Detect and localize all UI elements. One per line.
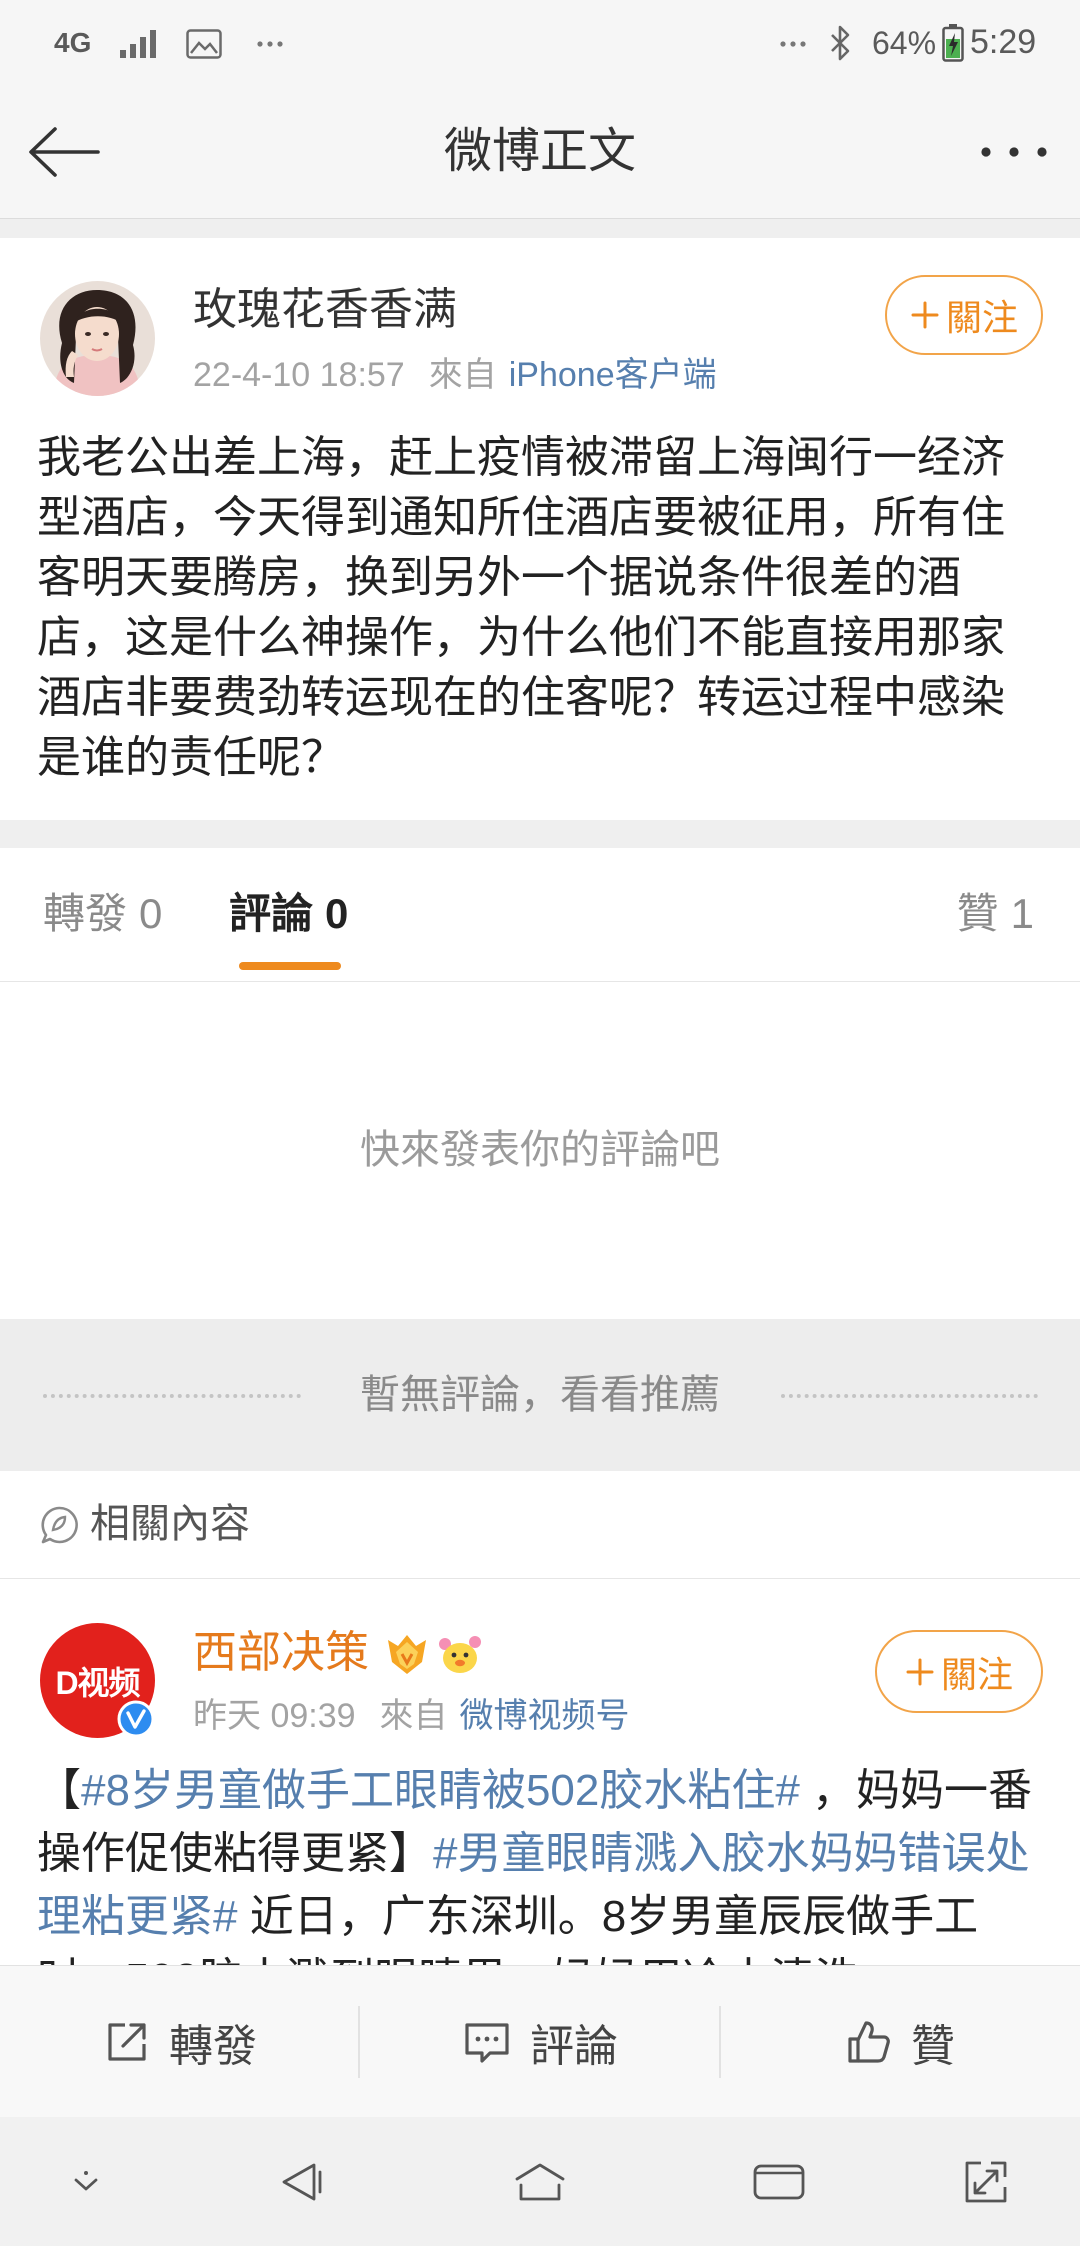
related-content-icon	[41, 1506, 78, 1544]
tab-label: 轉發	[43, 890, 128, 937]
post-source-link[interactable]: 微博视频号	[460, 1697, 630, 1735]
more-notifications-icon	[257, 41, 283, 47]
post-meta: 昨天 09:39 來自 微博视频号	[193, 1696, 630, 1736]
bluetooth-icon	[831, 25, 850, 61]
recommend-divider-text: 暫無評論，看看推薦	[360, 1373, 720, 1417]
nav-recents-button[interactable]	[744, 2152, 814, 2212]
vip-badge-icon[interactable]	[384, 1632, 430, 1676]
comment-button[interactable]: 評論	[360, 1966, 720, 2117]
comments-empty-state: 快來發表你的評論吧	[0, 982, 1080, 1319]
nav-home-button[interactable]	[505, 2152, 575, 2212]
verified-badge-icon	[117, 1700, 155, 1738]
action-label: 評論	[530, 2021, 618, 2071]
dotted-divider	[43, 1394, 301, 1398]
user-photo-icon	[40, 281, 155, 396]
avatar[interactable]	[40, 281, 155, 396]
post-text-segment: 【	[37, 1766, 81, 1815]
share-icon	[108, 2022, 146, 2061]
more-icon	[981, 147, 1047, 157]
signal-icon	[120, 30, 156, 58]
dotted-divider	[781, 1394, 1038, 1398]
clock: 5:29	[970, 23, 1037, 61]
follow-button[interactable]: 關注	[875, 1630, 1043, 1713]
plus-icon	[911, 301, 939, 329]
post-timestamp: 昨天 09:39	[193, 1697, 356, 1735]
source-prefix: 來自	[379, 1697, 448, 1735]
action-divider	[719, 2006, 721, 2078]
follow-button[interactable]: 關注	[885, 275, 1043, 355]
action-divider	[358, 2006, 360, 2078]
nav-home-icon	[515, 2163, 565, 2201]
battery-charging-icon	[942, 24, 964, 62]
source-prefix: 來自	[428, 356, 497, 394]
tab-comments[interactable]: 評論 0	[229, 889, 348, 939]
active-tab-indicator	[239, 962, 341, 970]
nav-expand-button[interactable]	[951, 2152, 1021, 2212]
tab-count: 0	[325, 890, 349, 937]
more-status-icon	[780, 41, 806, 47]
status-bar: 4G 64% 5:29	[0, 0, 1080, 86]
post-action-bar: 轉發 評論 贊	[0, 1965, 1080, 2117]
related-content-header: 相關內容	[0, 1471, 1080, 1579]
recommend-divider: 暫無評論，看看推薦	[0, 1319, 1080, 1471]
nav-back-button[interactable]	[266, 2152, 336, 2212]
tab-count: 1	[1010, 890, 1034, 937]
interaction-tabs: 轉發 0 評論 0 贊1	[0, 848, 1080, 982]
header: 微博正文	[0, 86, 1080, 219]
back-arrow-icon	[29, 127, 100, 177]
post-body: 我老公出差上海，赶上疫情被滞留上海闽行一经济型酒店，今天得到通知所住酒店要被征用…	[37, 433, 1005, 782]
related-post[interactable]: D视频 西部决策 關注 昨天 09:39 來自 微博视频号 【#8岁男童做手工眼睛被…	[0, 1579, 1080, 1965]
chevron-down-icon	[74, 2171, 98, 2191]
related-content-title: 相關內容	[90, 1502, 250, 1546]
image-notification-icon	[186, 29, 222, 59]
action-label: 轉發	[169, 2021, 257, 2071]
tab-reposts[interactable]: 轉發 0	[43, 889, 162, 939]
post-timestamp: 22-4-10 18:57	[193, 356, 405, 394]
nav-hide-button[interactable]	[51, 2152, 121, 2212]
follow-label: 關注	[940, 1653, 1013, 1695]
emoji-badge-icon[interactable]	[437, 1632, 483, 1676]
plus-icon	[906, 1658, 934, 1685]
tab-likes[interactable]: 贊1	[957, 889, 1034, 939]
section-gap	[0, 219, 1080, 238]
repost-button[interactable]: 轉發	[0, 1966, 360, 2117]
tab-label: 贊	[956, 890, 999, 937]
username[interactable]: 玫瑰花香香满	[193, 284, 457, 336]
avatar-logo-text: D视频	[55, 1664, 140, 1701]
comment-icon	[465, 2022, 509, 2063]
back-button[interactable]	[24, 122, 104, 182]
more-button[interactable]	[972, 132, 1056, 172]
empty-comments-text: 快來發表你的評論吧	[360, 1128, 720, 1172]
related-post-text: 【#8岁男童做手工眼睛被502胶水粘住# ，妈妈一番操作促使粘得更紧】#男童眼睛…	[37, 1759, 1047, 1965]
nav-back-icon	[282, 2163, 322, 2201]
hashtag-link[interactable]: #8岁男童做手工眼睛被502胶水粘住#	[81, 1766, 800, 1815]
tab-count: 0	[139, 890, 163, 937]
page-title: 微博正文	[443, 125, 636, 178]
section-gap	[0, 820, 1080, 848]
action-label: 贊	[911, 2021, 955, 2071]
like-button[interactable]: 贊	[720, 1966, 1080, 2117]
network-type-label: 4G	[54, 27, 92, 58]
battery-percent: 64%	[872, 25, 937, 61]
post-meta: 22-4-10 18:57 來自 iPhone客户端	[193, 355, 717, 395]
follow-label: 關注	[945, 297, 1018, 338]
expand-icon	[965, 2161, 1007, 2203]
system-navigation-bar	[0, 2117, 1080, 2246]
tab-label: 評論	[229, 890, 314, 937]
weibo-post: 玫瑰花香香满 22-4-10 18:57 來自 iPhone客户端 關注 我老公出差…	[0, 238, 1080, 820]
username[interactable]: 西部决策	[193, 1627, 369, 1679]
post-source-link[interactable]: iPhone客户端	[509, 356, 717, 394]
nav-recents-icon	[753, 2164, 805, 2200]
like-icon	[848, 2020, 890, 2063]
